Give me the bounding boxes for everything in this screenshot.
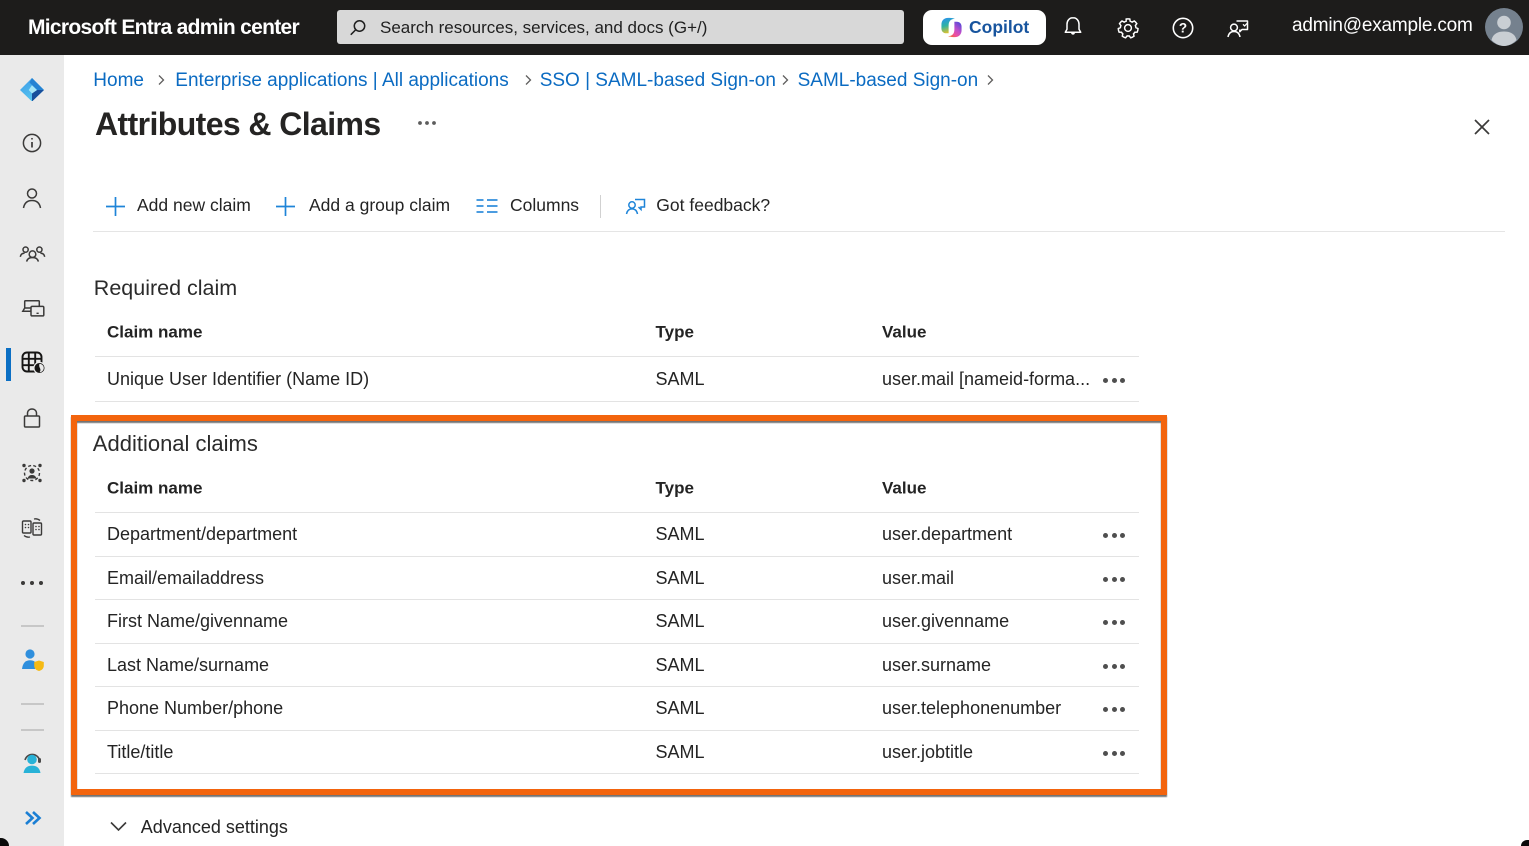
svg-text:?: ? — [1179, 20, 1187, 35]
